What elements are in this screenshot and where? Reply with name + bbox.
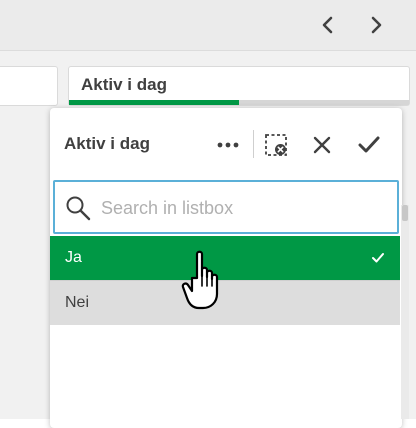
clear-selection-icon[interactable]	[263, 132, 289, 158]
scrollbar-thumb[interactable]	[402, 205, 408, 221]
chevron-right-icon[interactable]	[364, 13, 388, 37]
listbox-title: Aktiv i dag	[64, 134, 150, 153]
hand-pointer-cursor-icon	[181, 250, 219, 310]
chevron-left-icon[interactable]	[316, 13, 340, 37]
filter-pane-aktiv-i-dag[interactable]: Aktiv i dag	[68, 66, 410, 106]
adjacent-filter-pane[interactable]	[0, 66, 58, 106]
toolbar-divider	[253, 130, 254, 158]
more-options-icon[interactable]	[215, 132, 241, 158]
search-input[interactable]	[99, 192, 393, 224]
top-toolbar	[0, 0, 416, 51]
confirm-icon[interactable]	[356, 132, 382, 158]
selection-state-fill	[69, 100, 239, 105]
filter-pane-title: Aktiv i dag	[81, 75, 167, 94]
listbox-search[interactable]	[53, 180, 399, 234]
cancel-icon[interactable]	[309, 132, 335, 158]
list-item-label: Ja	[65, 249, 82, 266]
selected-check-icon	[372, 253, 384, 263]
scrollbar[interactable]	[401, 205, 409, 419]
search-icon	[66, 196, 91, 221]
list-item-label: Nei	[65, 294, 90, 311]
selection-state-bar	[69, 100, 409, 105]
